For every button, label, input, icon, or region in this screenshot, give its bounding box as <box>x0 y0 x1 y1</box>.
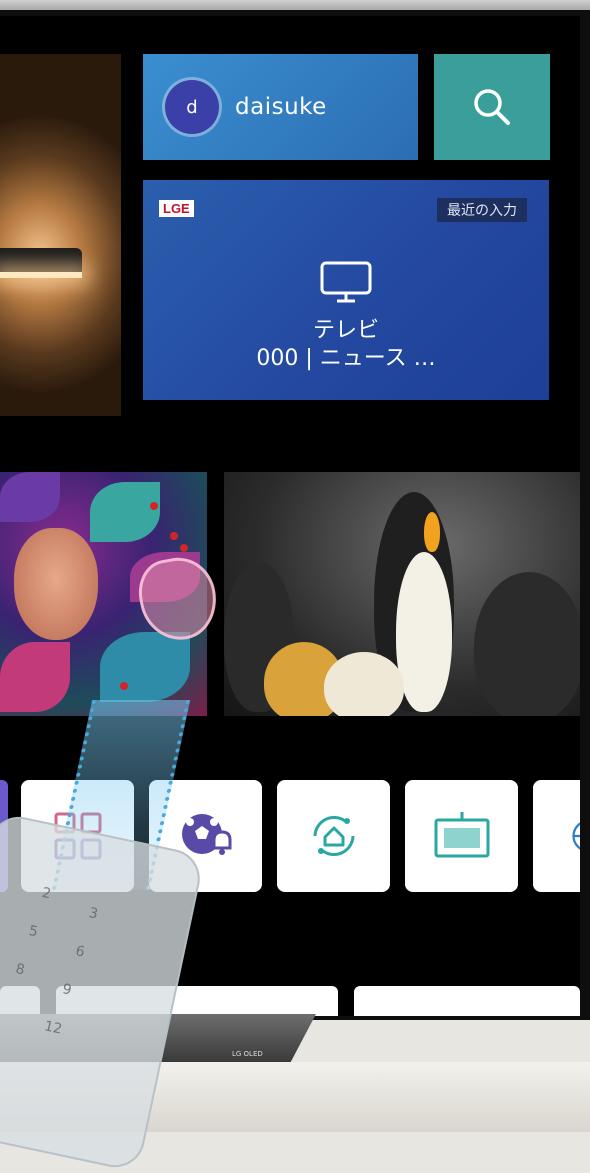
globe-icon <box>572 822 580 850</box>
lamp-glow <box>0 272 82 278</box>
recent-input-card[interactable]: LGE 最近の入力 テレビ 000 | ニュース … <box>143 180 549 400</box>
penguin-shape <box>474 572 580 716</box>
profile-username: daisuke <box>235 94 327 120</box>
recent-input-label: 最近の入力 <box>437 198 527 222</box>
berry <box>170 532 178 540</box>
penguin-shape <box>324 652 404 716</box>
berry <box>150 502 158 510</box>
bottom-tile[interactable] <box>354 986 580 1016</box>
penguin-neck-patch <box>424 512 440 552</box>
berry <box>180 544 188 552</box>
screen-icon <box>434 812 489 858</box>
search-icon <box>474 89 510 125</box>
penguin-belly <box>396 552 452 712</box>
art-leaf <box>90 482 160 542</box>
remote-key: 3 <box>87 905 100 923</box>
input-subtitle: 000 | ニュース … <box>256 346 436 371</box>
remote-key: 5 <box>27 922 40 941</box>
penguin-video-tile[interactable] <box>224 472 580 716</box>
remote-key: 12 <box>42 1018 64 1038</box>
woman-face <box>14 528 98 640</box>
avatar: d <box>165 80 219 134</box>
remote-key: 8 <box>14 961 27 979</box>
stand-brand-label: LG OLED <box>232 1050 263 1058</box>
home-circle-icon <box>313 816 354 856</box>
art-leaf <box>0 472 60 522</box>
profile-card[interactable]: d daisuke <box>143 54 418 160</box>
remote-key: 9 <box>60 981 73 999</box>
art-leaf <box>100 632 190 702</box>
search-button[interactable] <box>434 54 550 160</box>
app-tile-internet[interactable] <box>533 780 580 892</box>
lge-badge: LGE <box>159 200 194 217</box>
ambient-lamp-tile[interactable] <box>0 54 121 416</box>
art-leaf <box>0 642 70 712</box>
app-tile-home-dashboard[interactable] <box>277 780 390 892</box>
app-tile-screen-share[interactable] <box>405 780 518 892</box>
remote-key: 6 <box>74 943 87 961</box>
tv-icon <box>320 261 372 303</box>
remote-key: 2 <box>40 884 53 903</box>
berry <box>120 682 128 690</box>
